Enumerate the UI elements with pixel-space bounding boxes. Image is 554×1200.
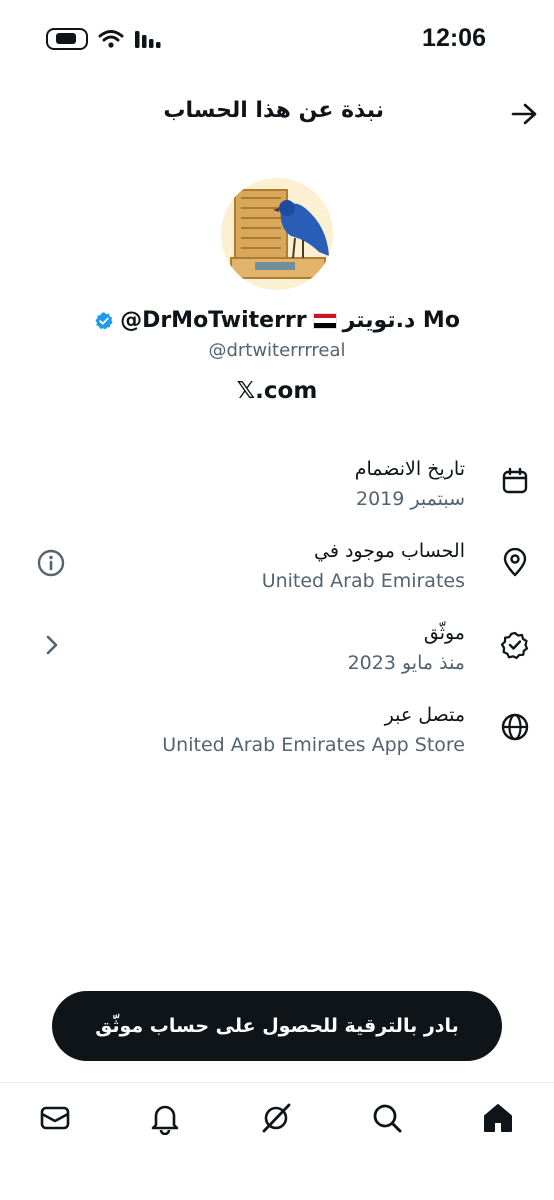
info-row-location[interactable]: الحساب موجود في United Arab Emirates [0, 540, 554, 610]
verified-title: موثّق [423, 622, 465, 644]
bottom-nav [0, 1082, 554, 1200]
back-arrow-icon[interactable] [510, 100, 538, 128]
name-handle: @DrMoTwiterrr [120, 308, 307, 333]
avatar-image [221, 178, 333, 290]
info-circle-icon[interactable] [36, 548, 66, 578]
status-bar: 12:06 [0, 0, 554, 84]
handle[interactable]: @drtwiterrrreal [0, 340, 554, 361]
verified-badge-icon [95, 311, 113, 329]
status-icons [46, 28, 164, 50]
location-title: الحساب موجود في [314, 540, 465, 562]
display-name: د.تويتر Mo [342, 308, 460, 333]
search-icon[interactable] [370, 1101, 404, 1135]
chevron-left-icon[interactable] [36, 630, 66, 660]
verified-outline-icon [500, 631, 529, 660]
home-icon[interactable] [481, 1101, 515, 1135]
info-row-joined: تاريخ الانضمام سبتمبر 2019 [0, 458, 554, 528]
battery-icon [46, 28, 88, 50]
header: نبذة عن هذا الحساب [0, 92, 554, 138]
mail-icon[interactable] [38, 1101, 72, 1135]
wifi-icon [98, 30, 124, 48]
connected-via-title: متصل عبر [384, 704, 465, 726]
grok-icon[interactable] [259, 1101, 293, 1135]
display-name-row: @DrMoTwiterrr د.تويتر Mo [0, 308, 554, 337]
joined-title: تاريخ الانضمام [354, 458, 465, 480]
upgrade-verified-button[interactable]: بادر بالترقية للحصول على حساب موثّق [52, 991, 502, 1061]
info-row-verified[interactable]: موثّق منذ مايو 2023 [0, 622, 554, 692]
connected-via-value: United Arab Emirates App Store [162, 734, 465, 756]
joined-value: سبتمبر 2019 [356, 488, 465, 510]
egypt-flag-icon [312, 312, 337, 329]
signal-icon [135, 31, 161, 48]
website-link[interactable]: 𝕏.com [0, 378, 554, 404]
location-value: United Arab Emirates [261, 570, 465, 592]
location-pin-icon [503, 548, 527, 577]
calendar-icon [502, 467, 528, 494]
info-row-connected-via: متصل عبر United Arab Emirates App Store [0, 704, 554, 774]
verified-value: منذ مايو 2023 [347, 652, 465, 674]
globe-icon [501, 713, 529, 741]
page-title: نبذة عن هذا الحساب [163, 98, 384, 123]
bell-icon[interactable] [148, 1101, 182, 1135]
status-time: 12:06 [422, 24, 486, 52]
avatar[interactable] [221, 178, 333, 290]
